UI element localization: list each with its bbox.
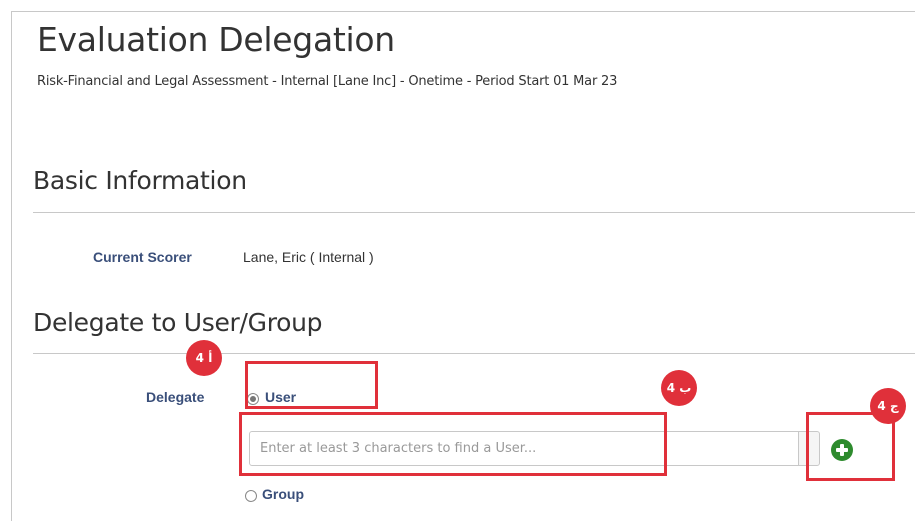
delegate-heading: Delegate to User/Group (33, 308, 323, 337)
basic-information-divider (33, 212, 915, 213)
current-scorer-label: Current Scorer (93, 249, 192, 265)
page-title: Evaluation Delegation (37, 20, 395, 59)
group-radio[interactable] (245, 490, 257, 502)
current-scorer-value: Lane, Eric ( Internal ) (243, 249, 374, 265)
delegate-label: Delegate (146, 389, 205, 405)
group-radio-label[interactable]: Group (262, 486, 304, 502)
basic-information-heading: Basic Information (33, 166, 247, 195)
annotation-badge-4c: 4 ج (870, 388, 906, 424)
annotation-badge-4a: 4 أ (186, 340, 222, 376)
delegate-divider (33, 353, 915, 354)
annotation-badge-4b: 4 ب (661, 370, 697, 406)
highlight-user-radio (245, 361, 378, 409)
highlight-search-input (239, 412, 667, 476)
page-subtitle: Risk-Financial and Legal Assessment - In… (37, 74, 618, 89)
